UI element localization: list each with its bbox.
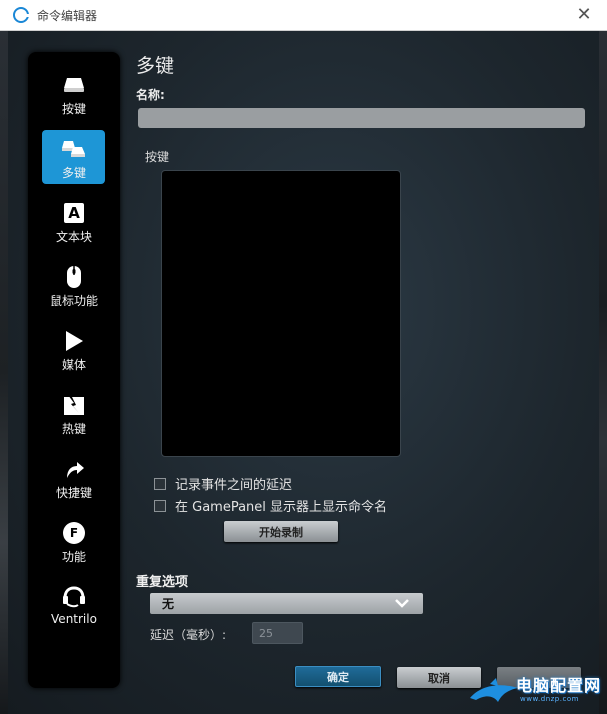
sidebar-item-shortcut[interactable]: 快捷键 <box>28 450 120 508</box>
repeat-select[interactable]: 无 <box>150 593 423 614</box>
shortcut-arrow-icon <box>59 456 89 482</box>
sidebar-item-hotkey[interactable]: 热键 <box>28 386 120 444</box>
repeat-selected-value: 无 <box>162 597 175 611</box>
page-title: 多键 <box>136 55 175 77</box>
name-label: 名称: <box>136 88 165 102</box>
logitech-logo-icon <box>13 7 30 23</box>
delay-input[interactable]: 25 <box>252 622 303 644</box>
play-icon <box>59 328 89 354</box>
headset-icon <box>59 584 89 610</box>
delay-label: 延迟（毫秒）: <box>150 628 227 642</box>
start-recording-button[interactable]: 开始录制 <box>224 521 338 542</box>
mouse-icon <box>59 264 89 290</box>
sidebar-item-ventrilo[interactable]: Ventrilo <box>28 578 120 636</box>
show-name-label: 在 GamePanel 显示器上显示命令名 <box>175 500 388 515</box>
window-title: 命令编辑器 <box>37 8 98 23</box>
sidebar-item-label: 热键 <box>61 422 86 436</box>
record-delays-option[interactable]: 记录事件之间的延迟 <box>154 474 292 493</box>
text-block-icon: A <box>59 200 89 226</box>
sidebar-item-label: 鼠标功能 <box>49 294 98 308</box>
watermark-url: www.dnzp.com <box>520 695 579 703</box>
sidebar-item-label: Ventrilo <box>51 612 97 626</box>
show-name-checkbox[interactable] <box>154 499 166 512</box>
command-type-sidebar: 按键 多键 A 文本块 鼠标功能 媒体 热键 快捷键 F 功能 Ventrilo <box>28 52 120 688</box>
watermark-title: 电脑配置网 <box>516 676 602 695</box>
sidebar-item-label: 媒体 <box>61 358 86 372</box>
sidebar-item-media[interactable]: 媒体 <box>28 322 120 380</box>
sidebar-item-function[interactable]: F 功能 <box>28 514 120 572</box>
chevron-down-icon <box>395 599 409 608</box>
function-gear-icon: F <box>59 520 89 546</box>
sidebar-item-label: 快捷键 <box>55 486 92 500</box>
sidebar-item-multikey[interactable]: 多键 <box>28 130 120 188</box>
repeat-options-label: 重复选项 <box>136 575 189 590</box>
record-delays-checkbox[interactable] <box>154 477 166 490</box>
sidebar-item-label: 多键 <box>61 166 86 180</box>
shark-logo-icon <box>470 678 518 702</box>
ok-button[interactable]: 确定 <box>295 666 381 687</box>
keys-label: 按键 <box>145 150 170 164</box>
name-input[interactable] <box>138 108 585 128</box>
sidebar-item-label: 文本块 <box>55 230 92 244</box>
sidebar-item-keystroke[interactable]: 按键 <box>28 66 120 124</box>
site-watermark: 电脑配置网 www.dnzp.com <box>468 670 603 712</box>
close-button[interactable]: ✕ <box>575 6 593 24</box>
sidebar-item-mouse-function[interactable]: 鼠标功能 <box>28 258 120 316</box>
recorded-keys-list[interactable] <box>161 170 401 457</box>
command-editor-dialog: 按键 多键 A 文本块 鼠标功能 媒体 热键 快捷键 F 功能 Ventrilo… <box>8 31 599 714</box>
record-delays-label: 记录事件之间的延迟 <box>175 478 293 493</box>
multi-key-icon <box>59 136 89 162</box>
title-bar: 命令编辑器 ✕ <box>0 0 607 31</box>
hotkey-icon <box>59 392 89 418</box>
background-app-left-edge <box>0 30 8 714</box>
sidebar-item-text-block[interactable]: A 文本块 <box>28 194 120 252</box>
keyboard-key-icon <box>59 72 89 98</box>
sidebar-item-label: 按键 <box>61 102 86 116</box>
sidebar-item-label: 功能 <box>61 550 86 564</box>
show-name-option[interactable]: 在 GamePanel 显示器上显示命令名 <box>154 496 387 515</box>
